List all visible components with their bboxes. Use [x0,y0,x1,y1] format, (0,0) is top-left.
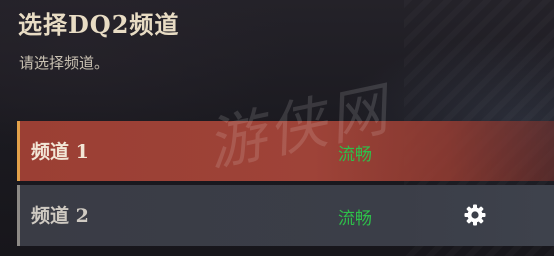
page-subtitle: 请选择频道。 [19,54,110,72]
channel-name: 频道 2 [31,205,89,227]
channel-row-2[interactable]: 频道 2 流畅 [17,185,554,246]
settings-gear-icon[interactable] [463,203,487,227]
channel-status: 流畅 [338,145,372,165]
channel-row-1[interactable]: 频道 1 流畅 [17,121,554,181]
channel-name: 频道 1 [31,141,89,163]
page-title: 选择DQ2频道 [18,10,180,39]
channel-status: 流畅 [338,209,372,229]
